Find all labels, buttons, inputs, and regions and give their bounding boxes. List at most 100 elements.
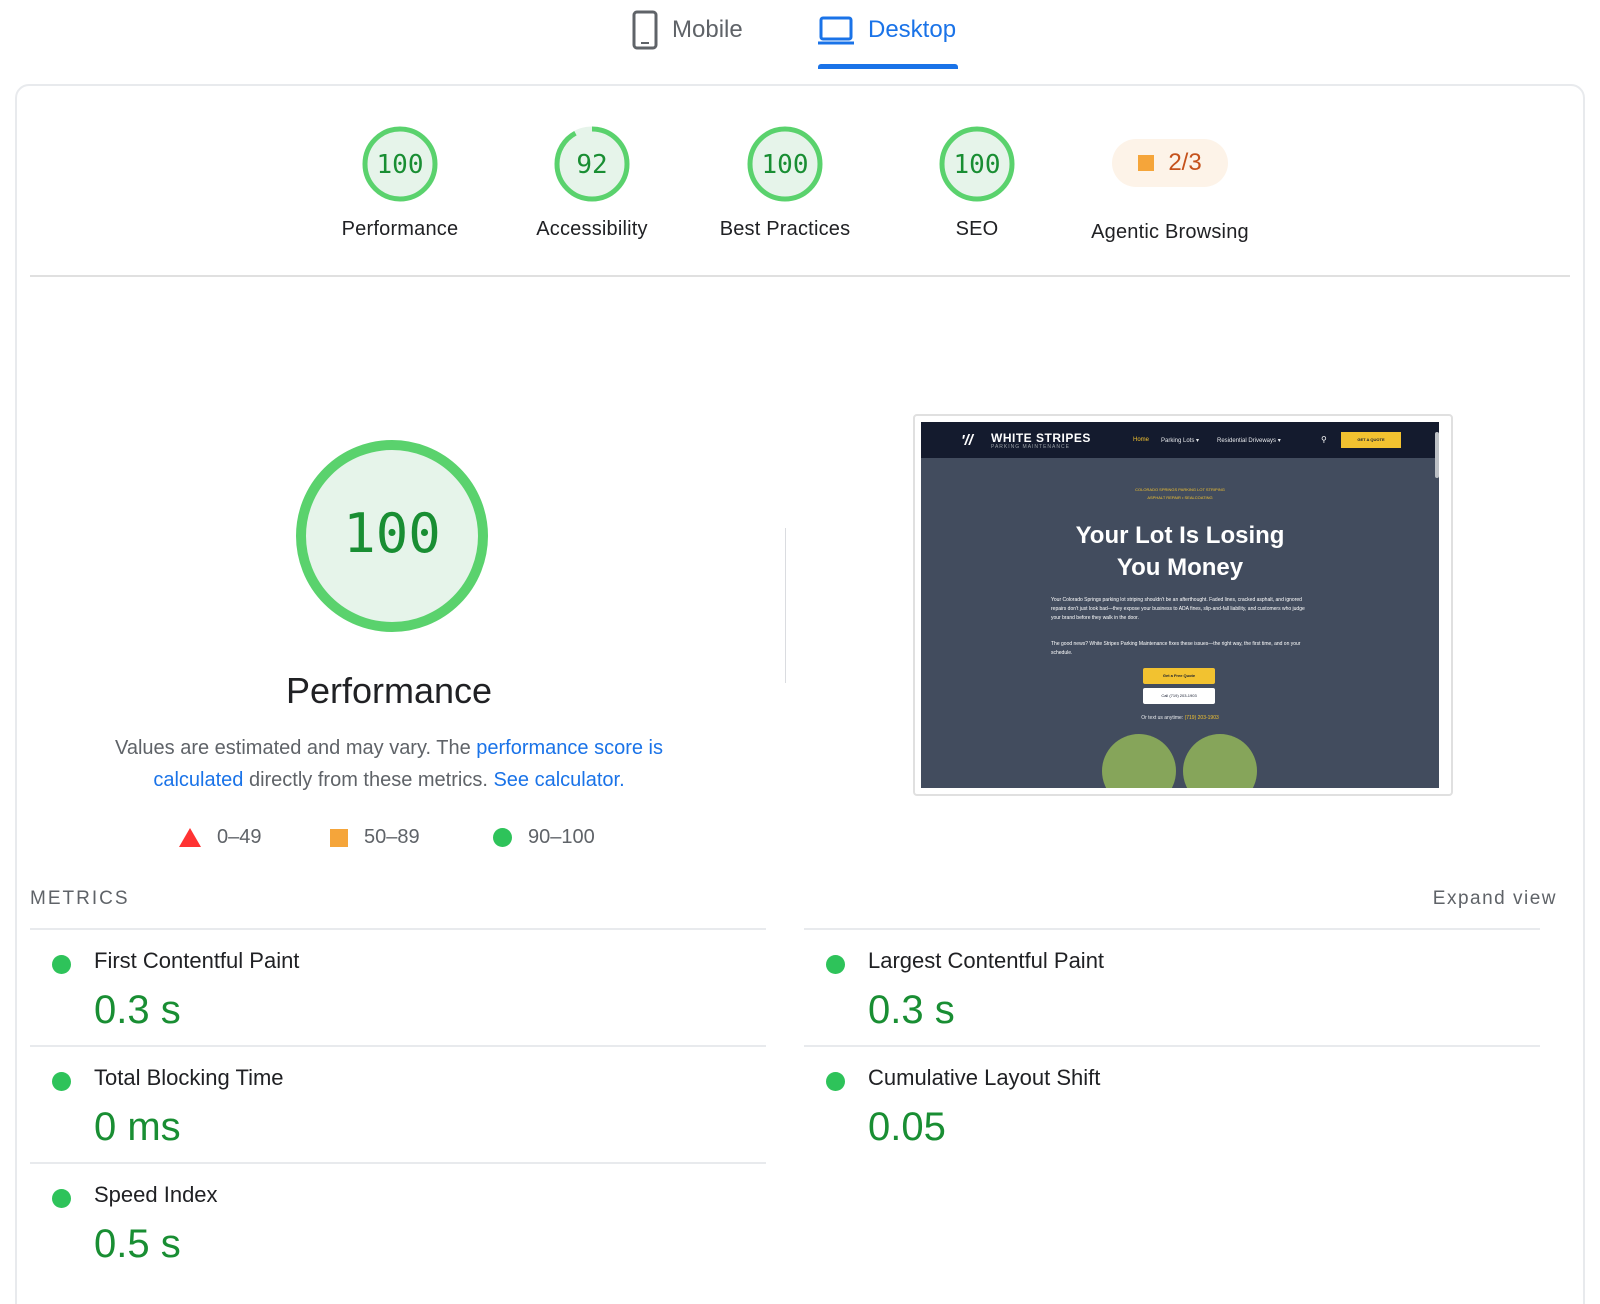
gauge-score: 100 <box>762 150 809 180</box>
average-square-icon <box>1138 155 1155 171</box>
pass-circle-icon <box>52 955 71 974</box>
text-prefix: Or text us anytime: <box>1141 715 1185 721</box>
metric-name: First Contentful Paint <box>94 948 300 973</box>
circle-icon <box>493 828 512 847</box>
logo-icon: '// <box>961 432 973 449</box>
gauge-score: 92 <box>576 150 607 180</box>
expand-view-toggle[interactable]: Expand view <box>1433 888 1557 910</box>
screenshot-nav-driveways: Residential Driveways ▾ <box>1217 438 1281 444</box>
performance-score: 100 <box>343 502 441 565</box>
screenshot-scrollbar <box>1435 432 1439 478</box>
phone-icon <box>632 10 658 57</box>
metrics-heading: METRICS <box>30 888 130 909</box>
screenshot-headline: Your Lot Is Losing You Money <box>921 520 1439 584</box>
gauge-label: Agentic Browsing <box>1091 221 1249 243</box>
tab-desktop-label: Desktop <box>868 16 957 43</box>
gauge-label: Accessibility <box>536 218 648 240</box>
metric-fcp: First Contentful Paint 0.3 s <box>30 932 730 1047</box>
screenshot-page: '// WHITE STRIPES PARKING MAINTENANCE Ho… <box>921 422 1439 788</box>
performance-title: Performance <box>285 670 493 711</box>
gauge-label: SEO <box>955 218 999 240</box>
laptop-icon <box>818 10 854 57</box>
active-tab-indicator <box>818 64 958 69</box>
screenshot-nav-home: Home <box>1133 437 1150 443</box>
screenshot-nav-parking: Parking Lots ▾ <box>1161 438 1200 444</box>
agentic-score-pill: 2/3 <box>1112 139 1228 187</box>
legend-pass: 90–100 <box>493 826 595 849</box>
screenshot-image <box>1102 734 1176 788</box>
tab-mobile[interactable]: Mobile <box>632 10 743 68</box>
score-legend: 0–49 50–89 90–100 <box>177 826 627 856</box>
metric-divider <box>30 1045 766 1047</box>
square-icon <box>330 828 348 847</box>
device-tabs: Mobile Desktop <box>0 0 1600 72</box>
screenshot-logo: WHITE STRIPES <box>991 431 1091 445</box>
desc-text: Values are estimated and may vary. The <box>114 737 477 759</box>
screenshot-body: Your Colorado Springs parking lot stripi… <box>1051 597 1305 621</box>
text-phone: (719) 203-1903 <box>1184 715 1219 721</box>
gauge-ring: 100 <box>939 126 1015 202</box>
metric-name: Total Blocking Time <box>94 1065 284 1090</box>
metric-value: 0.3 s <box>94 988 181 1032</box>
headline-line: You Money <box>1116 554 1244 581</box>
metric-value: 0.5 s <box>94 1222 181 1266</box>
headline-line: Your Lot Is Losing <box>1075 522 1285 549</box>
gauge-accessibility[interactable]: 92 Accessibility <box>492 124 692 241</box>
screenshot-image <box>1183 734 1257 788</box>
gauge-ring: 100 <box>747 126 823 202</box>
metric-value: 0.05 <box>868 1105 946 1149</box>
screenshot-navbar: '// WHITE STRIPES PARKING MAINTENANCE Ho… <box>921 422 1439 458</box>
metric-value: 0 ms <box>94 1105 181 1149</box>
screenshot-cta: GET A QUOTE <box>1341 432 1401 448</box>
legend-range: 50–89 <box>364 826 420 848</box>
metric-lcp: Largest Contentful Paint 0.3 s <box>804 932 1504 1047</box>
pass-circle-icon <box>826 1072 845 1091</box>
gauge-score: 100 <box>377 150 424 180</box>
gauge-ring: 92 <box>554 126 630 202</box>
performance-gauge: 100 <box>296 440 488 632</box>
report-card: 100 Performance 92 Accessibility 100 Bes… <box>15 84 1585 1304</box>
gauge-agentic-browsing[interactable]: 2/3 Agentic Browsing <box>1070 124 1270 244</box>
search-icon: ⚲ <box>1321 435 1327 444</box>
gauge-label: Best Practices <box>719 218 851 240</box>
metric-divider <box>30 1162 766 1164</box>
agentic-score: 2/3 <box>1168 149 1202 176</box>
tab-desktop[interactable]: Desktop <box>818 10 956 68</box>
screenshot-call-button: Call (719) 203-1903 <box>1143 688 1215 704</box>
screenshot-body: The good news? White Stripes Parking Mai… <box>1051 641 1301 656</box>
pass-circle-icon <box>826 955 845 974</box>
legend-fail: 0–49 <box>179 826 262 849</box>
gauge-performance[interactable]: 100 Performance <box>300 124 500 241</box>
see-calculator-link[interactable]: See calculator. <box>493 769 624 791</box>
metric-tbt: Total Blocking Time 0 ms <box>30 1049 730 1164</box>
metric-divider <box>804 1045 1540 1047</box>
gauge-label: Performance <box>341 218 459 240</box>
legend-range: 90–100 <box>528 826 595 848</box>
metric-name: Largest Contentful Paint <box>868 948 1105 973</box>
gauge-ring: 100 <box>362 126 438 202</box>
screenshot-kicker: COLORADO SPRINGS PARKING LOT STRIPING AS… <box>1135 487 1225 500</box>
section-divider <box>30 275 1570 277</box>
gauge-best-practices[interactable]: 100 Best Practices <box>685 124 885 241</box>
metric-divider <box>804 928 1540 930</box>
screenshot-text-line: Or text us anytime: (719) 203-1903 <box>921 715 1439 721</box>
metric-cls: Cumulative Layout Shift 0.05 <box>804 1049 1504 1164</box>
screenshot-quote-button: Get a Free Quote <box>1143 668 1215 684</box>
performance-description: Values are estimated and may vary. The p… <box>99 732 679 796</box>
final-screenshot[interactable]: '// WHITE STRIPES PARKING MAINTENANCE Ho… <box>913 414 1453 796</box>
metric-divider <box>30 928 766 930</box>
triangle-icon <box>179 828 201 847</box>
vertical-divider <box>785 528 786 683</box>
metric-value: 0.3 s <box>868 988 955 1032</box>
gauge-seo[interactable]: 100 SEO <box>877 124 1077 241</box>
desc-text: directly from these metrics. <box>243 769 494 791</box>
category-gauges: 100 Performance 92 Accessibility 100 Bes… <box>17 86 1583 281</box>
pass-circle-icon <box>52 1189 71 1208</box>
pass-circle-icon <box>52 1072 71 1091</box>
screenshot-logo-sub: PARKING MAINTENANCE <box>991 444 1070 450</box>
gauge-score: 100 <box>954 150 1001 180</box>
legend-range: 0–49 <box>217 826 262 848</box>
metric-name: Speed Index <box>94 1182 218 1207</box>
legend-average: 50–89 <box>330 826 420 849</box>
metric-name: Cumulative Layout Shift <box>868 1065 1101 1090</box>
